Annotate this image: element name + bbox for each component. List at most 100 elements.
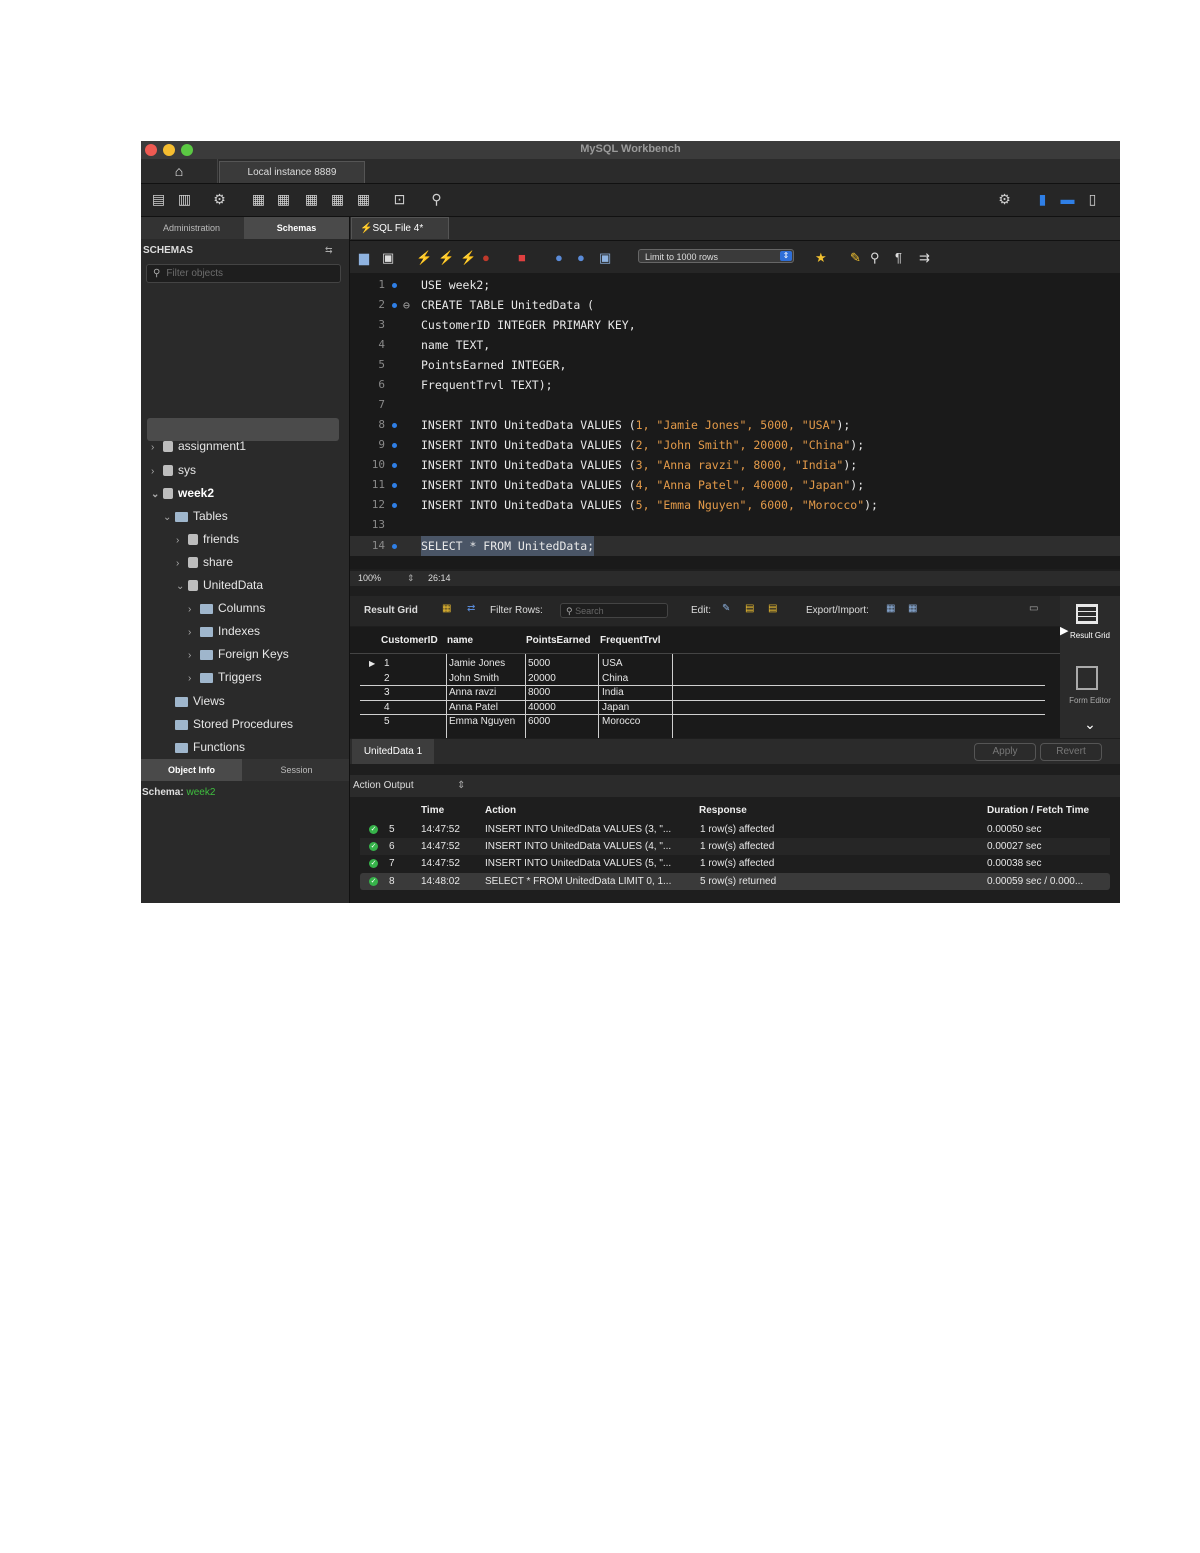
select-arrows-icon[interactable]: ⇕ bbox=[457, 775, 465, 797]
row-divider bbox=[360, 714, 1045, 715]
tree-node-assignment1[interactable]: › assignment1 bbox=[151, 436, 246, 456]
save-icon[interactable]: ▣ bbox=[382, 250, 394, 266]
result-grid[interactable]: CustomerID name PointsEarned FrequentTrv… bbox=[350, 627, 1060, 738]
search-icon[interactable]: ⚲ bbox=[870, 250, 880, 266]
beautify-icon[interactable]: ★ bbox=[815, 250, 827, 266]
execute-current-icon[interactable]: ⚡ bbox=[438, 250, 454, 266]
toggle-output-icon[interactable]: ▬ bbox=[1059, 191, 1076, 208]
import-icon[interactable]: ▦ bbox=[908, 603, 917, 614]
column-header[interactable]: CustomerID bbox=[381, 635, 438, 646]
editor-tab-bar bbox=[350, 217, 1120, 241]
home-tab[interactable]: ⌂ bbox=[141, 159, 218, 183]
tree-node-friends[interactable]: › friends bbox=[176, 529, 239, 549]
search-table-data-icon[interactable]: ⊡ bbox=[391, 191, 408, 208]
table-row[interactable]: 3 Anna ravzi 8000 India bbox=[350, 686, 1060, 700]
result-grid-view-button[interactable] bbox=[1076, 604, 1102, 626]
toggle-sidebar-icon[interactable]: ▮ bbox=[1034, 191, 1051, 208]
preferences-gear-icon[interactable]: ⚙ bbox=[996, 191, 1013, 208]
word-wrap-icon[interactable]: ⇉ bbox=[919, 250, 930, 266]
column-header[interactable]: FrequentTrvl bbox=[600, 635, 661, 646]
connection-tab[interactable]: Local instance 8889 bbox=[219, 161, 365, 183]
table-row[interactable]: 4 Anna Patel 40000 Japan bbox=[350, 701, 1060, 715]
column-divider bbox=[672, 654, 673, 738]
refresh-icon[interactable]: ⇄ bbox=[467, 603, 475, 614]
form-editor-icon[interactable] bbox=[1076, 666, 1098, 690]
explain-icon[interactable]: ⚡ bbox=[460, 250, 476, 266]
commit-icon[interactable]: ● bbox=[555, 250, 563, 265]
apply-button[interactable]: Apply bbox=[974, 743, 1036, 761]
find-replace-icon[interactable]: ✎ bbox=[850, 250, 861, 266]
reconnect-icon[interactable]: ⚲ bbox=[428, 191, 445, 208]
tree-node-indexes[interactable]: › Indexes bbox=[188, 621, 260, 641]
action-output-row[interactable]: ✓ 5 14:47:52 INSERT INTO UnitedData VALU… bbox=[360, 821, 1110, 838]
toggle-continue-on-error-icon[interactable]: ■ bbox=[518, 250, 526, 265]
column-header-action[interactable]: Action bbox=[485, 805, 516, 816]
code-line: 4 name TEXT, bbox=[378, 338, 491, 352]
action-output-row[interactable]: ✓ 6 14:47:52 INSERT INTO UnitedData VALU… bbox=[360, 838, 1110, 855]
tree-node-foreign-keys[interactable]: › Foreign Keys bbox=[188, 644, 289, 664]
tab-session[interactable]: Session bbox=[244, 759, 349, 781]
limit-rows-select[interactable]: Limit to 1000 rows ⇕ bbox=[638, 249, 794, 263]
create-procedure-icon[interactable]: ▦ bbox=[329, 191, 346, 208]
action-output-select[interactable]: Action Output bbox=[353, 775, 414, 797]
result-tab-uniteddata-1[interactable]: UnitedData 1 bbox=[352, 739, 434, 764]
result-tab-bar: UnitedData 1 Apply Revert bbox=[350, 739, 1120, 764]
create-view-icon[interactable]: ▦ bbox=[303, 191, 320, 208]
folder-icon bbox=[175, 742, 188, 753]
tree-node-share[interactable]: › share bbox=[176, 552, 233, 572]
tab-administration[interactable]: Administration bbox=[141, 217, 242, 239]
tree-node-sys[interactable]: › sys bbox=[151, 460, 196, 480]
tab-object-info[interactable]: Object Info bbox=[141, 759, 242, 781]
tree-node-week2[interactable]: ⌄ week2 bbox=[151, 483, 214, 503]
code-line: 2 ⊖ CREATE TABLE UnitedData ( bbox=[350, 295, 1120, 315]
table-row[interactable]: 2 John Smith 20000 China bbox=[350, 672, 1060, 686]
inspector-icon[interactable]: ⚙ bbox=[211, 191, 228, 208]
column-header-response[interactable]: Response bbox=[699, 805, 747, 816]
sql-file-tab[interactable]: ⚡SQL File 4* bbox=[351, 217, 449, 239]
delete-row-icon[interactable]: ▤ bbox=[768, 603, 777, 614]
column-header[interactable]: PointsEarned bbox=[526, 635, 590, 646]
table-row[interactable]: ▶ 1 Jamie Jones 5000 USA bbox=[350, 657, 1060, 671]
autocommit-icon[interactable]: ▣ bbox=[599, 250, 611, 266]
export-icon[interactable]: ▦ bbox=[886, 603, 895, 614]
new-sql-tab-icon[interactable]: ▤ bbox=[150, 191, 167, 208]
tree-node-uniteddata[interactable]: ⌄ UnitedData bbox=[176, 575, 263, 595]
fold-icon[interactable]: ⊖ bbox=[403, 295, 410, 315]
execute-icon[interactable]: ⚡ bbox=[416, 250, 432, 266]
create-table-icon[interactable]: ▦ bbox=[275, 191, 292, 208]
action-output-row[interactable]: ✓ 8 14:48:02 SELECT * FROM UnitedData LI… bbox=[360, 873, 1110, 890]
filter-objects-input[interactable]: ⚲ Filter objects bbox=[146, 264, 341, 283]
column-header[interactable]: name bbox=[447, 635, 473, 646]
column-header-time[interactable]: Time bbox=[421, 805, 444, 816]
table-row[interactable]: 5 Emma Nguyen 6000 Morocco bbox=[350, 715, 1060, 729]
rollback-icon[interactable]: ● bbox=[577, 250, 585, 265]
wrap-cell-icon[interactable]: ▭ bbox=[1029, 603, 1038, 614]
open-file-icon[interactable]: ▆ bbox=[359, 250, 369, 266]
create-function-icon[interactable]: ▦ bbox=[355, 191, 372, 208]
add-row-icon[interactable]: ▤ bbox=[745, 603, 754, 614]
stop-icon[interactable]: ● bbox=[482, 250, 490, 265]
revert-button[interactable]: Revert bbox=[1040, 743, 1102, 761]
tree-node-triggers[interactable]: › Triggers bbox=[188, 667, 262, 687]
tab-schemas[interactable]: Schemas bbox=[244, 217, 349, 239]
tree-node-tables[interactable]: ⌄ Tables bbox=[163, 506, 228, 526]
column-divider bbox=[446, 654, 447, 738]
toggle-secondary-sidebar-icon[interactable]: ▯ bbox=[1084, 191, 1101, 208]
invisible-chars-icon[interactable]: ¶ bbox=[895, 250, 902, 265]
zoom-level[interactable]: 100% bbox=[358, 571, 381, 586]
tree-node-stored-procedures[interactable]: Stored Procedures bbox=[175, 714, 293, 734]
tree-node-functions[interactable]: Functions bbox=[175, 737, 245, 757]
refresh-schemas-icon[interactable]: ⇆ bbox=[325, 245, 333, 256]
zoom-stepper-icon[interactable]: ⇕ bbox=[407, 571, 415, 586]
column-header-duration[interactable]: Duration / Fetch Time bbox=[987, 805, 1089, 816]
create-schema-icon[interactable]: ▦ bbox=[250, 191, 267, 208]
edit-row-icon[interactable]: ✎ bbox=[722, 603, 730, 614]
grid-icon[interactable]: ▦ bbox=[442, 603, 451, 614]
chevron-down-icon[interactable]: ⌄ bbox=[1060, 716, 1120, 733]
open-sql-script-icon[interactable]: ▥ bbox=[176, 191, 193, 208]
tree-node-columns[interactable]: › Columns bbox=[188, 598, 265, 618]
filter-rows-input[interactable]: ⚲ Search bbox=[560, 603, 668, 618]
sql-code-editor[interactable]: 1 USE week2; 2 ⊖ CREATE TABLE UnitedData ( … bbox=[350, 273, 1120, 569]
action-output-row[interactable]: ✓ 7 14:47:52 INSERT INTO UnitedData VALU… bbox=[360, 855, 1110, 872]
tree-node-views[interactable]: Views bbox=[175, 691, 225, 711]
